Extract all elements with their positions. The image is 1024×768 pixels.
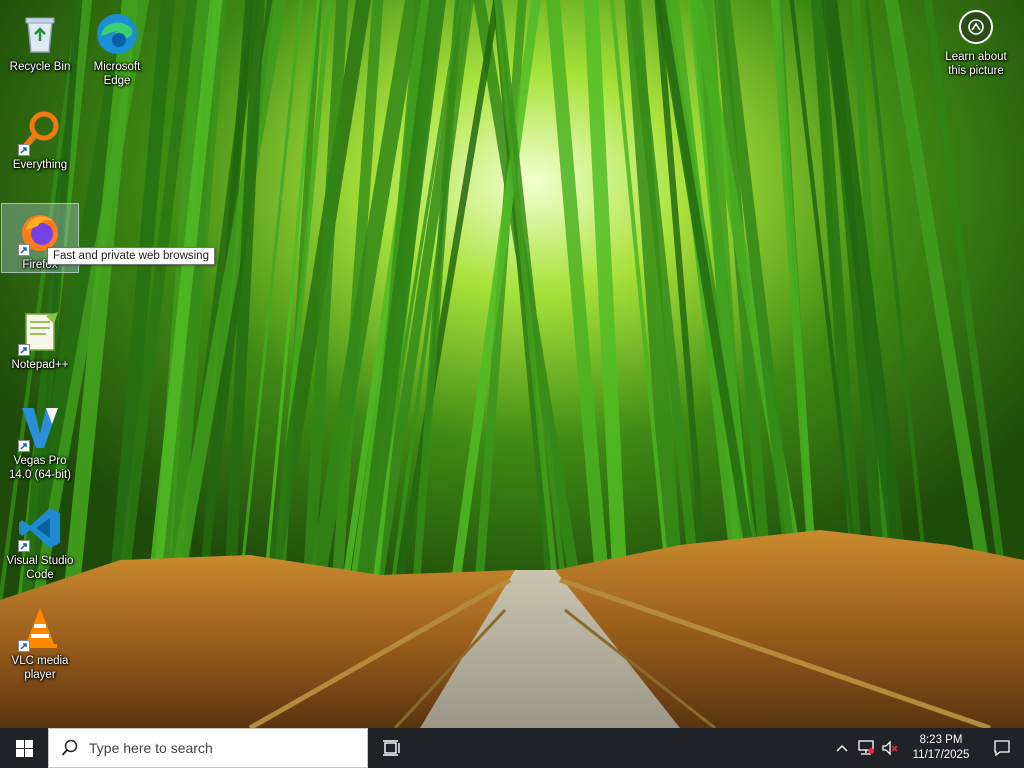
camera-info-icon	[959, 10, 993, 44]
icon-label: Vegas Pro 14.0 (64-bit)	[8, 455, 71, 481]
desktop-icon-everything[interactable]: Everything	[2, 104, 78, 172]
task-view-icon	[383, 740, 400, 756]
firefox-tooltip: Fast and private web browsing	[47, 247, 215, 265]
network-icon	[858, 740, 874, 755]
vlc-icon	[16, 604, 64, 652]
clock-time: 8:23 PM	[919, 734, 963, 746]
shortcut-arrow-icon	[18, 540, 30, 552]
shortcut-arrow-icon	[18, 144, 30, 156]
shortcut-arrow-icon	[18, 244, 30, 256]
show-hidden-icons-button[interactable]	[830, 728, 854, 768]
windows-logo-icon	[15, 739, 33, 757]
network-button[interactable]	[854, 728, 878, 768]
search-placeholder: Type here to search	[89, 740, 213, 756]
shortcut-arrow-icon	[18, 640, 30, 652]
icon-label: Visual Studio Code	[6, 555, 74, 581]
recycle-bin-icon	[16, 10, 64, 58]
shortcut-arrow-icon	[18, 440, 30, 452]
start-button[interactable]	[0, 728, 48, 768]
icon-label: Microsoft Edge	[93, 61, 141, 87]
learn-about-picture[interactable]: Learn about this picture	[938, 10, 1014, 78]
desktop-icon-vlc-media-player[interactable]: VLC media player	[2, 600, 78, 682]
icon-label: Notepad++	[11, 359, 69, 371]
shortcut-arrow-icon	[18, 344, 30, 356]
volume-button[interactable]	[878, 728, 902, 768]
taskbar: Type here to search 8:23 PM 11/17/2025	[0, 728, 1024, 768]
edge-icon	[93, 10, 141, 58]
icon-label: VLC media player	[11, 655, 69, 681]
notepad-plus-plus-icon	[16, 308, 64, 356]
task-view-button[interactable]	[368, 728, 416, 768]
vscode-icon	[16, 504, 64, 552]
desktop-wallpaper	[0, 0, 1024, 728]
action-center-button[interactable]	[980, 728, 1024, 768]
desktop-icon-recycle-bin[interactable]: Recycle Bin	[2, 6, 78, 74]
desktop-icon-vegas-pro[interactable]: Vegas Pro 14.0 (64-bit)	[2, 400, 78, 482]
taskbar-clock[interactable]: 8:23 PM 11/17/2025	[902, 728, 980, 768]
vegas-pro-icon	[16, 404, 64, 452]
taskbar-search-box[interactable]: Type here to search	[48, 728, 368, 768]
desktop-icon-microsoft-edge[interactable]: Microsoft Edge	[79, 6, 155, 88]
notification-icon	[994, 740, 1010, 757]
icon-label: Recycle Bin	[9, 61, 71, 73]
everything-icon	[16, 108, 64, 156]
system-tray: 8:23 PM 11/17/2025	[830, 728, 1024, 768]
learn-label: Learn about this picture	[945, 51, 1007, 77]
clock-date: 11/17/2025	[912, 749, 970, 761]
desktop-icon-notepad-plus-plus[interactable]: Notepad++	[2, 304, 78, 372]
icon-label: Everything	[12, 159, 68, 171]
volume-muted-icon	[882, 740, 898, 756]
desktop-icon-visual-studio-code[interactable]: Visual Studio Code	[2, 500, 78, 582]
search-icon	[61, 739, 78, 756]
chevron-up-icon	[836, 745, 848, 752]
